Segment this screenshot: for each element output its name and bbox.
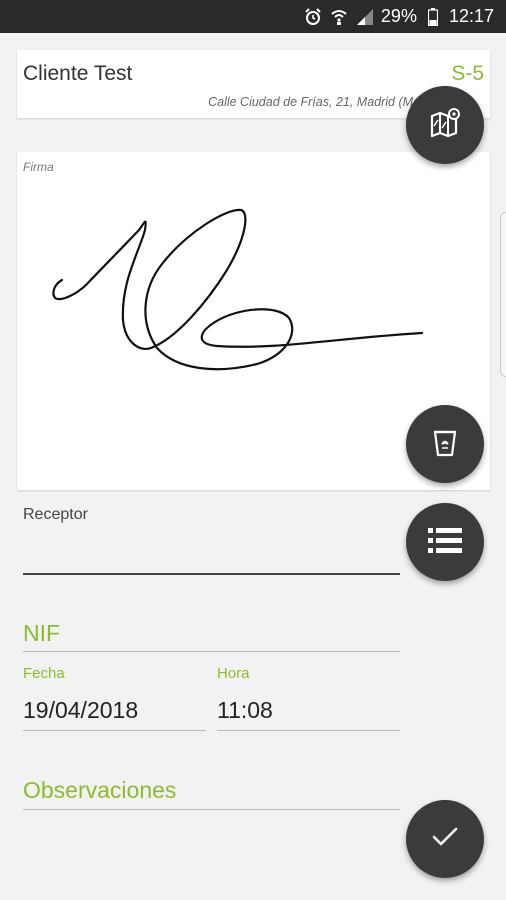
receptor-field[interactable]: [23, 573, 400, 575]
clock: 12:17: [448, 6, 494, 26]
edge-panel-handle[interactable]: [500, 212, 506, 377]
nif-field[interactable]: [23, 616, 400, 652]
status-bar: 29% 12:17: [0, 0, 506, 33]
list-icon: [427, 525, 463, 560]
clear-signature-button[interactable]: [406, 405, 484, 483]
client-address: Calle Ciudad de Frías, 21, Madrid (Ma: [208, 95, 420, 109]
trash-icon: [430, 426, 460, 463]
fecha-field[interactable]: 19/04/2018: [23, 693, 206, 731]
battery-icon: [423, 7, 443, 27]
check-icon: [431, 826, 459, 853]
list-button[interactable]: [406, 503, 484, 581]
wifi-icon: [329, 7, 349, 27]
fecha-label: Fecha: [23, 665, 65, 682]
battery-level: 29%: [380, 6, 417, 26]
alarm-icon: [303, 7, 323, 27]
hora-label: Hora: [217, 665, 250, 682]
hora-field[interactable]: 11:08: [217, 693, 400, 731]
observaciones-field[interactable]: [23, 772, 400, 810]
map-button[interactable]: [406, 86, 484, 164]
map-icon: [428, 106, 462, 145]
client-name: Cliente Test: [23, 62, 133, 85]
receptor-label: Receptor: [23, 506, 88, 523]
client-code: S-5: [451, 62, 484, 85]
confirm-button[interactable]: [406, 800, 484, 878]
signal-icon: [355, 7, 375, 27]
